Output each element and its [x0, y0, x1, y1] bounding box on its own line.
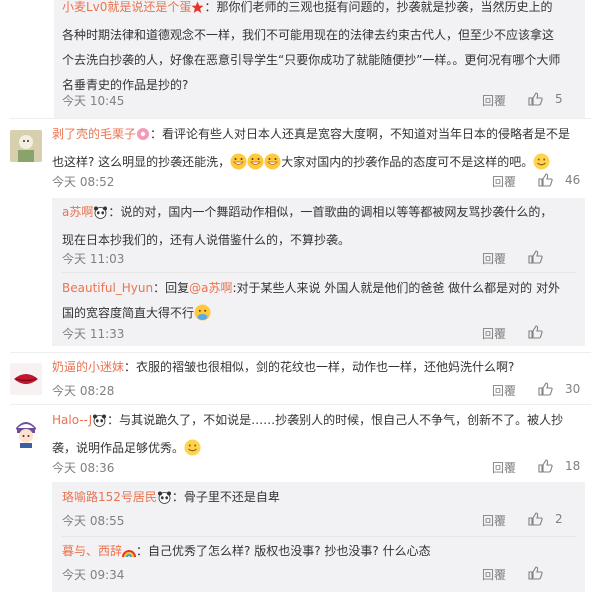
- reply-button[interactable]: 回覆: [482, 512, 506, 529]
- comment-username[interactable]: 剥了壳的毛栗子: [52, 127, 136, 141]
- like-icon: [538, 382, 553, 396]
- comment-time: 今天 08:52: [52, 175, 115, 189]
- comment-meta: 今天 08:28 回覆 30: [52, 382, 580, 402]
- like-count: 46: [565, 173, 581, 187]
- reply-meta: 今天 11:33 回覆: [62, 325, 562, 345]
- like-button[interactable]: 5: [528, 92, 563, 106]
- reply-username[interactable]: a苏啊: [62, 205, 93, 219]
- reply-text: a苏啊 ：说的对，国内一个舞蹈动作相似，一首歌曲的调相以等等都被网友骂抄袭什么的，…: [62, 203, 553, 247]
- like-icon: [528, 566, 543, 580]
- reply-button[interactable]: 回覆: [482, 92, 506, 109]
- comment-username[interactable]: Halo--J: [52, 413, 92, 427]
- avatar[interactable]: [10, 416, 42, 448]
- reply-username[interactable]: 珞喻路152号居民: [62, 490, 157, 504]
- reply-button[interactable]: 回覆: [482, 250, 506, 267]
- divider: [10, 118, 591, 119]
- reply-username[interactable]: Beautiful_Hyun: [62, 281, 153, 295]
- panda-badge-icon: [157, 488, 172, 513]
- like-button[interactable]: 46: [538, 173, 580, 187]
- like-count: 2: [555, 512, 563, 526]
- reply-username[interactable]: 暮与、西辞: [62, 544, 122, 558]
- like-button[interactable]: [528, 250, 549, 264]
- divider: [10, 352, 591, 353]
- comment-time: 今天 08:28: [52, 384, 115, 398]
- reply-time: 今天 11:03: [62, 252, 125, 266]
- like-button[interactable]: [528, 566, 549, 580]
- reply-button[interactable]: 回覆: [492, 382, 516, 399]
- reply-button[interactable]: 回覆: [482, 325, 506, 342]
- divider: [10, 404, 591, 405]
- like-icon: [528, 250, 543, 264]
- reply-button[interactable]: 回覆: [482, 566, 506, 583]
- reply-meta: 今天 08:55 回覆 2: [62, 512, 563, 532]
- like-button[interactable]: 30: [538, 382, 580, 396]
- comment-thread: 小麦Lv0就是说还是个蛋 ：那你们老师的三观也挺有问题的，抄袭就是抄袭，当然历史上…: [0, 0, 591, 592]
- mention-link[interactable]: @a苏啊: [189, 281, 232, 295]
- panda-badge-icon: [92, 411, 107, 436]
- comment-time: 今天 08:36: [52, 461, 115, 475]
- reply-button[interactable]: 回覆: [492, 173, 516, 190]
- rainbow-badge-icon: [122, 542, 137, 567]
- star-badge-icon: [191, 0, 204, 23]
- comment-meta: 今天 10:45 回覆 5: [62, 92, 563, 112]
- like-button[interactable]: 18: [538, 459, 580, 473]
- like-count: 5: [555, 92, 563, 106]
- like-count: 18: [565, 459, 581, 473]
- comment-meta: 今天 08:52 回覆 46: [52, 173, 580, 193]
- like-icon: [528, 325, 543, 339]
- reply-text: 珞喻路152号居民 ：骨子里不还是自卑: [62, 485, 562, 513]
- like-icon: [538, 173, 553, 187]
- comment-text: 奶逼的小迷妹：衣服的褶皱也很相似，剑的花纹也一样，动作也一样，还他妈洗什么啊?: [52, 360, 515, 374]
- comment-text: Halo--J ：与其说跪久了，不如说是……抄袭别人的时候，恨自己人不争气，创新不…: [52, 408, 577, 465]
- reply-meta: 今天 09:34 回覆: [62, 566, 562, 586]
- reply-time: 今天 11:33: [62, 327, 125, 341]
- reply-time: 今天 08:55: [62, 514, 125, 528]
- comment-username[interactable]: 小麦Lv0就是说还是个蛋: [62, 0, 191, 14]
- like-button[interactable]: [528, 325, 549, 339]
- reply-meta: 今天 11:03 回覆: [62, 250, 562, 270]
- like-icon: [528, 92, 543, 106]
- reply-text: 暮与、西辞 ：自己优秀了怎么样? 版权也没事? 抄也没事? 什么心态: [62, 539, 562, 567]
- donut-badge-icon: [136, 125, 150, 150]
- reply-time: 今天 09:34: [62, 568, 125, 582]
- comment-text: 剥了壳的毛栗子 ：看评论有些人对日本人还真是宽容大度啊，不知道对当年日本的侵略者是…: [52, 122, 577, 179]
- comment-username[interactable]: 奶逼的小迷妹: [52, 360, 124, 374]
- avatar[interactable]: [10, 130, 42, 162]
- reply-button[interactable]: 回覆: [492, 459, 516, 476]
- panda-badge-icon: [93, 203, 108, 228]
- divider: [62, 272, 577, 273]
- comment-text: 小麦Lv0就是说还是个蛋 ：那你们老师的三观也挺有问题的，抄袭就是抄袭，当然历史上…: [62, 0, 561, 92]
- like-button[interactable]: 2: [528, 512, 563, 526]
- like-icon: [538, 459, 553, 473]
- reply-text: Beautiful_Hyun：回复@a苏啊:对于某些人来说 外国人就是他们的爸爸…: [62, 276, 562, 330]
- comment-meta: 今天 08:36 回覆 18: [52, 459, 580, 479]
- avatar[interactable]: [10, 363, 42, 395]
- like-count: 30: [565, 382, 581, 396]
- comment-time: 今天 10:45: [62, 94, 125, 108]
- like-icon: [528, 512, 543, 526]
- divider: [62, 536, 577, 537]
